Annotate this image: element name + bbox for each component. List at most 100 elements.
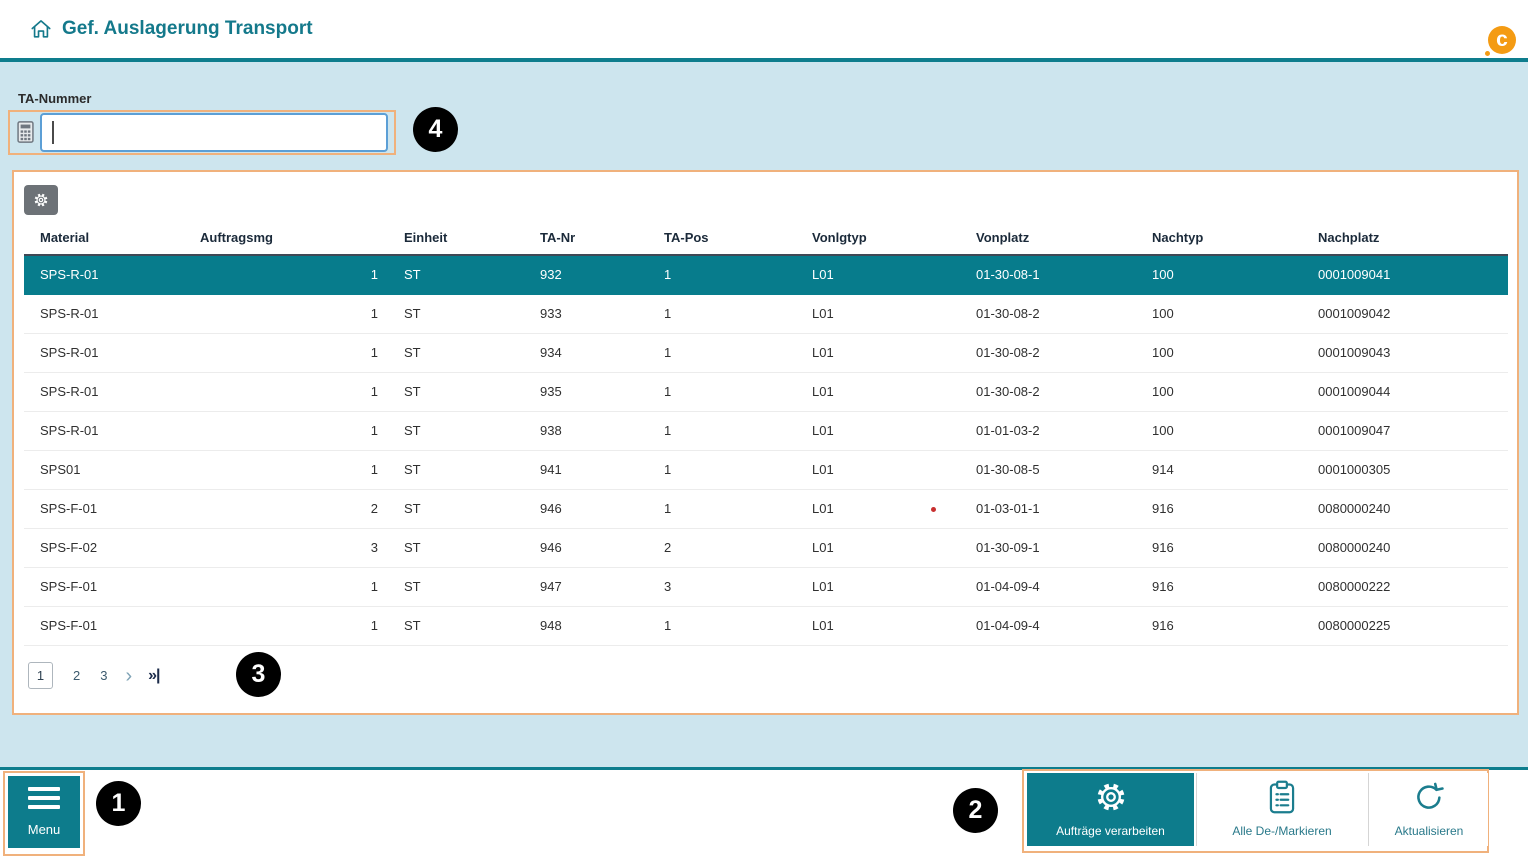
table-row[interactable]: SPS011ST9411L0101-30-08-59140001000305 [24, 450, 1508, 489]
alle-de-markieren-button[interactable]: Alle De-/Markieren [1197, 773, 1367, 846]
table-cell: SPS-F-02 [24, 528, 184, 567]
table-cell: 0001009043 [1302, 333, 1508, 372]
pagination-last-icon[interactable]: »| [148, 667, 159, 685]
table-row[interactable]: SPS-R-011ST9341L0101-30-08-2100000100904… [24, 333, 1508, 372]
table-cell: SPS-F-01 [24, 489, 184, 528]
table-cell: ST [388, 372, 524, 411]
table-cell: 1 [648, 411, 796, 450]
table-cell: 01-30-08-2 [960, 294, 1136, 333]
table-cell: 1 [648, 333, 796, 372]
auftraege-verarbeiten-button[interactable]: Aufträge verarbeiten [1027, 773, 1194, 846]
table-row[interactable]: SPS-F-012ST9461L0101-03-01-1916008000024… [24, 489, 1508, 528]
aktualisieren-button[interactable]: Aktualisieren [1370, 773, 1488, 846]
pagination-page-2[interactable]: 2 [73, 668, 80, 683]
table-cell: L01 [796, 567, 960, 606]
refresh-icon [1412, 779, 1446, 815]
table-settings-button[interactable] [24, 185, 58, 215]
gear-icon [33, 192, 49, 208]
table-row[interactable]: SPS-F-023ST9462L0101-30-09-1916008000024… [24, 528, 1508, 567]
pagination-page-3[interactable]: 3 [100, 668, 107, 683]
button-label: Alle De-/Markieren [1232, 824, 1331, 838]
table-cell: 0001009047 [1302, 411, 1508, 450]
table-cell: 100 [1136, 372, 1302, 411]
table-cell: 947 [524, 567, 648, 606]
table-cell: 1 [648, 294, 796, 333]
button-label: Aktualisieren [1395, 824, 1464, 838]
ta-nummer-input[interactable] [40, 113, 388, 152]
table-cell: L01 [796, 255, 960, 294]
table-cell: 1 [184, 294, 388, 333]
column-header[interactable]: TA-Nr [524, 220, 648, 255]
table-row[interactable]: SPS-R-011ST9351L0101-30-08-2100000100904… [24, 372, 1508, 411]
orders-table-panel: MaterialAuftragsmgEinheitTA-NrTA-PosVonl… [12, 170, 1519, 715]
table-cell: 1 [648, 450, 796, 489]
text-cursor [52, 121, 54, 144]
table-cell: SPS01 [24, 450, 184, 489]
table-cell: 1 [184, 333, 388, 372]
pagination-current-page[interactable]: 1 [28, 662, 53, 689]
table-row[interactable]: SPS-F-011ST9473L0101-04-09-4916008000022… [24, 567, 1508, 606]
table-cell: 946 [524, 489, 648, 528]
table-cell: SPS-R-01 [24, 294, 184, 333]
table-cell: 01-30-08-2 [960, 333, 1136, 372]
table-cell: 3 [648, 567, 796, 606]
calculator-icon[interactable] [17, 120, 34, 144]
pagination-next-icon[interactable]: › [125, 666, 132, 686]
ta-nummer-field [40, 113, 388, 152]
table-cell: ST [388, 411, 524, 450]
table-row[interactable]: SPS-R-011ST9321L0101-30-08-1100000100904… [24, 255, 1508, 294]
table-cell: 916 [1136, 606, 1302, 645]
table-cell: 916 [1136, 489, 1302, 528]
table-cell: 1 [184, 255, 388, 294]
page-title: Gef. Auslagerung Transport [62, 18, 313, 40]
button-label: Aufträge verarbeiten [1056, 824, 1165, 838]
toolbar-divider [1368, 773, 1369, 846]
c-logo-dot [1483, 49, 1492, 58]
table-cell: 100 [1136, 411, 1302, 450]
table-cell: 01-30-08-2 [960, 372, 1136, 411]
table-row[interactable]: SPS-R-011ST9381L0101-01-03-2100000100904… [24, 411, 1508, 450]
table-cell: L01 [796, 333, 960, 372]
table-cell: L01 [796, 528, 960, 567]
table-cell: SPS-R-01 [24, 411, 184, 450]
column-header[interactable]: TA-Pos [648, 220, 796, 255]
table-cell: 941 [524, 450, 648, 489]
c-logo-icon: c [1488, 26, 1516, 54]
home-icon[interactable] [30, 18, 52, 40]
table-cell: 1 [648, 489, 796, 528]
column-header[interactable]: Nachplatz [1302, 220, 1508, 255]
table-cell: 01-30-08-5 [960, 450, 1136, 489]
table-cell: 100 [1136, 333, 1302, 372]
table-cell: L01 [796, 411, 960, 450]
table-cell: SPS-R-01 [24, 333, 184, 372]
column-header[interactable]: Vonplatz [960, 220, 1136, 255]
brand-logo: c [1484, 26, 1516, 58]
toolbar-divider [1196, 773, 1197, 846]
column-header[interactable]: Vonlgtyp [796, 220, 960, 255]
column-header[interactable]: Material [24, 220, 184, 255]
error-dot [931, 507, 936, 512]
hamburger-icon [28, 787, 60, 814]
table-cell: 1 [648, 372, 796, 411]
table-cell: SPS-F-01 [24, 567, 184, 606]
column-header[interactable]: Nachtyp [1136, 220, 1302, 255]
table-cell: 0001009044 [1302, 372, 1508, 411]
table-cell: 0080000240 [1302, 489, 1508, 528]
gear-icon [1093, 779, 1129, 815]
table-row[interactable]: SPS-R-011ST9331L0101-30-08-2100000100904… [24, 294, 1508, 333]
table-cell: 0001009042 [1302, 294, 1508, 333]
menu-button[interactable]: Menu [8, 776, 80, 848]
column-header[interactable]: Auftragsmg [184, 220, 388, 255]
column-header[interactable]: Einheit [388, 220, 524, 255]
table-cell: 916 [1136, 567, 1302, 606]
table-cell: 3 [184, 528, 388, 567]
table-row[interactable]: SPS-F-011ST9481L0101-04-09-4916008000022… [24, 606, 1508, 645]
table-cell: 0080000222 [1302, 567, 1508, 606]
table-cell: 100 [1136, 294, 1302, 333]
table-cell: 100 [1136, 255, 1302, 294]
table-cell: 934 [524, 333, 648, 372]
table-cell: 1 [184, 606, 388, 645]
menu-button-label: Menu [28, 822, 61, 837]
table-cell: L01 [796, 294, 960, 333]
table-cell: ST [388, 567, 524, 606]
